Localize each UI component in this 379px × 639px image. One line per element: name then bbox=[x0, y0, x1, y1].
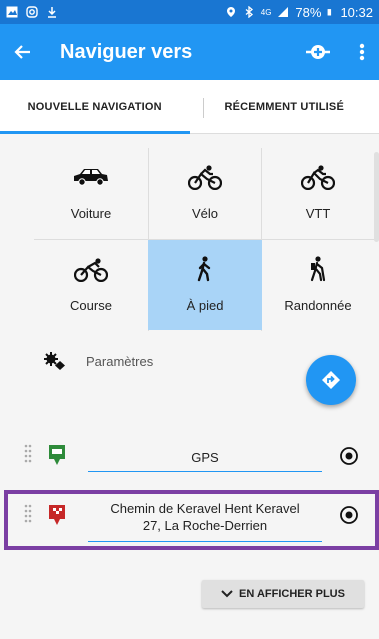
mode-walk[interactable]: À pied bbox=[148, 240, 262, 330]
route-start-row: GPS bbox=[0, 440, 379, 480]
tab-recently-used[interactable]: RÉCEMMENT UTILISÉ bbox=[190, 80, 379, 133]
mode-hike[interactable]: Randonnée bbox=[261, 240, 375, 330]
directions-icon bbox=[322, 371, 340, 389]
highlight-box bbox=[4, 490, 379, 550]
app-bar: Naviguer vers bbox=[0, 24, 379, 80]
mode-label: VTT bbox=[305, 206, 331, 221]
tab-bar: NOUVELLE NAVIGATION RÉCEMMENT UTILISÉ bbox=[0, 80, 379, 134]
bike-icon bbox=[188, 165, 222, 190]
more-vert-icon bbox=[359, 43, 365, 61]
mode-label: Randonnée bbox=[284, 298, 352, 313]
mode-label: Vélo bbox=[191, 206, 219, 221]
add-waypoint-button[interactable] bbox=[298, 24, 338, 80]
my-location-icon[interactable] bbox=[339, 446, 359, 466]
mode-mountain-bike[interactable]: VTT bbox=[261, 148, 375, 238]
network-label: 4G bbox=[260, 7, 272, 17]
tab-divider bbox=[203, 98, 204, 118]
start-field[interactable]: GPS bbox=[88, 450, 322, 472]
mode-car[interactable]: Voiture bbox=[34, 148, 148, 238]
show-more-button[interactable]: EN AFFICHER PLUS bbox=[202, 580, 364, 608]
mode-race[interactable]: Course bbox=[34, 240, 148, 330]
mode-bike[interactable]: Vélo bbox=[148, 148, 262, 238]
start-navigation-button[interactable] bbox=[306, 355, 356, 405]
clock: 10:32 bbox=[340, 4, 373, 20]
status-bar: 4G 78% 10:32 bbox=[0, 0, 379, 24]
settings-label: Paramètres bbox=[86, 353, 154, 369]
page-title: Naviguer vers bbox=[60, 40, 193, 63]
signal-icon bbox=[278, 7, 289, 17]
hiking-icon bbox=[310, 256, 326, 282]
waypoint-add-icon bbox=[306, 45, 330, 59]
scroll-indicator bbox=[374, 152, 379, 242]
settings-row[interactable]: Paramètres bbox=[44, 352, 153, 370]
battery-label: 78% bbox=[295, 4, 322, 20]
chevron-down-icon bbox=[221, 590, 233, 598]
settings-icon bbox=[44, 352, 65, 370]
race-bike-icon bbox=[74, 258, 108, 282]
start-flag-icon bbox=[49, 445, 65, 465]
mode-label: À pied bbox=[186, 298, 224, 313]
bluetooth-icon bbox=[245, 6, 253, 18]
mode-label: Course bbox=[70, 298, 112, 313]
mode-label: Voiture bbox=[70, 206, 112, 221]
show-more-label: EN AFFICHER PLUS bbox=[239, 588, 345, 600]
battery-icon bbox=[328, 9, 332, 16]
arrow-back-icon bbox=[14, 45, 30, 59]
mountain-bike-icon bbox=[301, 165, 335, 190]
tab-new-navigation[interactable]: NOUVELLE NAVIGATION bbox=[0, 80, 190, 134]
drag-handle-icon[interactable] bbox=[24, 444, 32, 464]
back-button[interactable] bbox=[0, 24, 46, 80]
download-icon bbox=[48, 7, 56, 18]
car-icon bbox=[74, 169, 108, 186]
transport-mode-grid: Voiture Vélo VTT Course À pied Randonnée bbox=[0, 148, 379, 331]
overflow-menu-button[interactable] bbox=[348, 24, 376, 80]
location-icon bbox=[226, 7, 235, 17]
image-icon bbox=[6, 6, 18, 18]
walk-icon bbox=[197, 256, 211, 282]
instagram-icon bbox=[26, 6, 38, 18]
